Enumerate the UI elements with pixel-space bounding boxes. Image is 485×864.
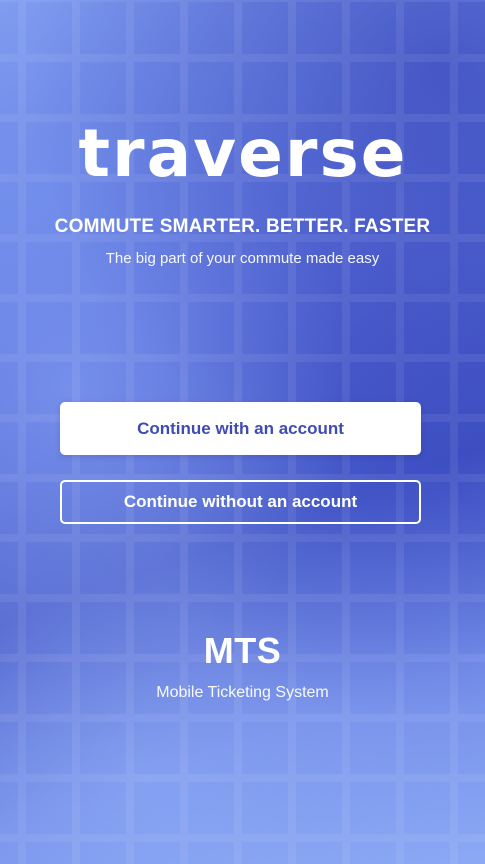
mts-subtitle: Mobile Ticketing System: [156, 684, 329, 701]
continue-with-account-label: Continue with an account: [137, 418, 344, 438]
logo-text: traverse: [78, 118, 407, 188]
continue-without-account-button[interactable]: Continue without an account: [60, 480, 421, 524]
traverse-logo: traverse: [78, 118, 407, 188]
continue-with-account-button[interactable]: Continue with an account: [60, 402, 421, 455]
app-logo: traverse: [0, 118, 485, 188]
tagline: COMMUTE SMARTER. BETTER. FASTER: [54, 216, 431, 237]
continue-without-account-label: Continue without an account: [123, 492, 358, 511]
tagline-subtitle: The big part of your commute made easy: [105, 250, 380, 267]
mts-title: MTS: [203, 630, 282, 671]
